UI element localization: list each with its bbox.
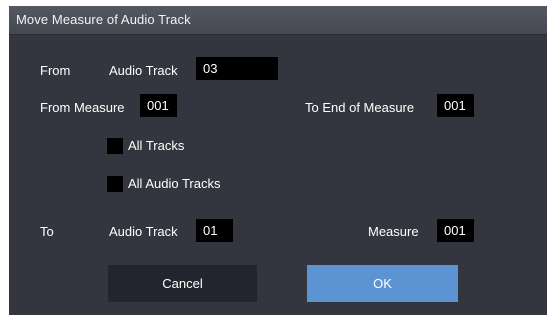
from-measure-field[interactable]: 001 [140,94,177,117]
from-audio-track-field[interactable]: 03 [196,57,278,80]
to-end-of-measure-field[interactable]: 001 [437,94,474,117]
from-audio-track-label: Audio Track [109,63,178,78]
title-bar: Move Measure of Audio Track [9,6,547,35]
dialog-title: Move Measure of Audio Track [16,12,191,27]
ok-button[interactable]: OK [307,265,458,302]
all-tracks-checkbox[interactable] [107,138,123,154]
cancel-button[interactable]: Cancel [108,265,257,302]
from-label: From [40,63,71,78]
to-label: To [40,224,54,239]
all-audio-tracks-checkbox[interactable] [107,176,123,192]
to-measure-label: Measure [368,224,419,239]
move-measure-dialog: Move Measure of Audio Track From Audio T… [9,6,547,315]
to-measure-field[interactable]: 001 [437,219,474,242]
to-audio-track-field[interactable]: 01 [196,219,233,242]
to-audio-track-label: Audio Track [109,224,178,239]
from-measure-label: From Measure [40,100,125,115]
to-end-of-measure-label: To End of Measure [305,100,415,115]
all-audio-tracks-label: All Audio Tracks [128,176,221,191]
all-tracks-label: All Tracks [128,138,185,153]
